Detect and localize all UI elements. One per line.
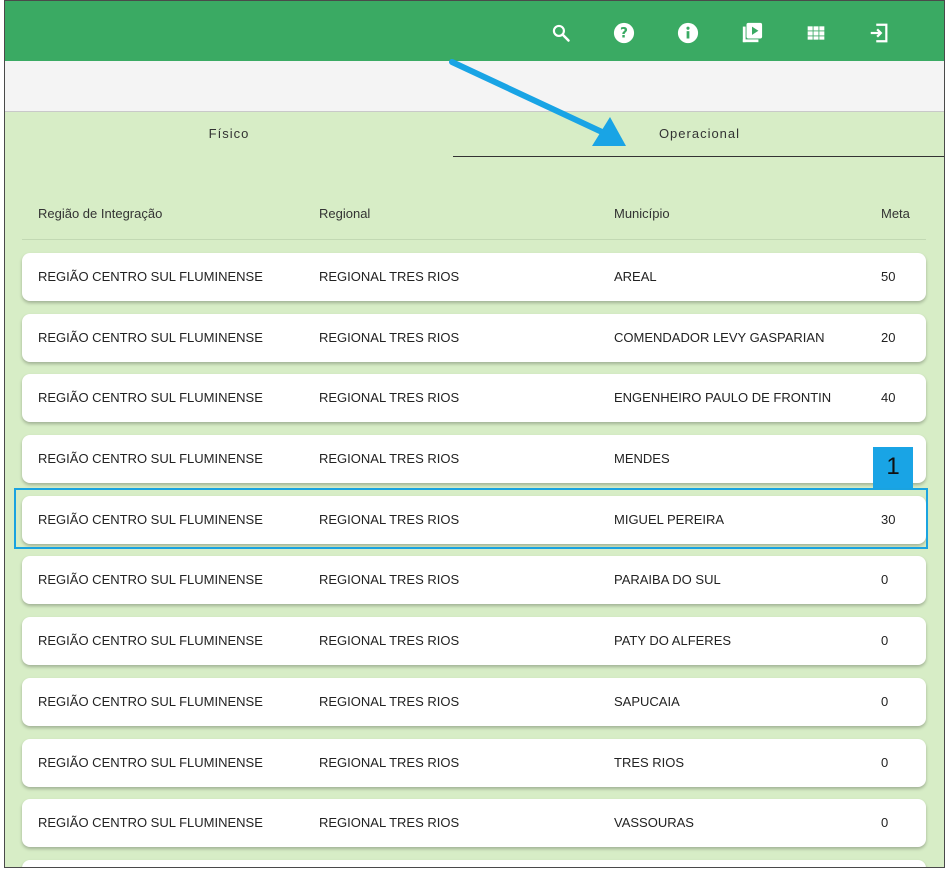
video-library-icon[interactable] <box>740 21 764 45</box>
search-icon[interactable] <box>549 21 573 45</box>
table-row[interactable]: REGIÃO CENTRO SUL FLUMINENSE REGIONAL TR… <box>22 253 926 301</box>
cell-municipio: AREAL <box>614 269 657 284</box>
tab-bar: Físico Operacional <box>5 112 944 158</box>
cell-regiao: REGIÃO CENTRO SUL FLUMINENSE <box>38 512 263 527</box>
sub-header-bar <box>5 61 944 112</box>
table-row[interactable]: REGIÃO CENTRO SUL FLUMINENSE REGIONAL TR… <box>22 435 926 483</box>
cell-regiao: REGIÃO CENTRO SUL FLUMINENSE <box>38 390 263 405</box>
cell-municipio: VASSOURAS <box>614 815 694 830</box>
cell-meta: 20 <box>881 330 896 345</box>
cell-municipio: PATY DO ALFERES <box>614 633 732 648</box>
cell-regional: REGIONAL TRES RIOS <box>319 815 460 830</box>
cell-regional: REGIONAL TRES RIOS <box>319 572 460 587</box>
table-row[interactable]: REGIÃO CENTRO SUL FLUMINENSE REGIONAL TR… <box>22 314 926 362</box>
column-header-regional[interactable]: Regional <box>319 206 370 221</box>
cell-regiao: REGIÃO CENTRO SUL FLUMINENSE <box>38 755 263 770</box>
table-row[interactable]: REGIÃO CENTRO SUL FLUMINENSE REGIONAL TR… <box>22 739 926 787</box>
cell-regiao: REGIÃO CENTRO SUL FLUMINENSE <box>38 451 263 466</box>
table-row[interactable]: REGIÃO CENTRO SUL FLUMINENSE REGIONAL TR… <box>22 678 926 726</box>
cell-regiao: REGIÃO CENTRO SUL FLUMINENSE <box>38 694 263 709</box>
cell-meta: 30 <box>881 512 896 527</box>
cell-regional: REGIONAL TRES RIOS <box>319 755 460 770</box>
column-header-regiao[interactable]: Região de Integração <box>38 206 162 221</box>
cell-municipio: ENGENHEIRO PAULO DE FRONTIN <box>614 390 832 405</box>
cell-regional: REGIONAL TRES RIOS <box>319 512 460 527</box>
info-icon[interactable] <box>676 21 700 45</box>
svg-text:?: ? <box>620 26 628 42</box>
tab-operacional[interactable]: Operacional <box>453 112 944 157</box>
cell-regiao: REGIÃO CENTRO SUL FLUMINENSE <box>38 633 263 648</box>
cell-municipio: COMENDADOR LEVY GASPARIAN <box>614 330 825 345</box>
tab-fisico[interactable]: Físico <box>5 112 453 157</box>
table-row[interactable]: REGIÃO CENTRO SUL FLUMINENSE REGIONAL TR… <box>22 556 926 604</box>
cell-municipio: MIGUEL PEREIRA <box>614 512 725 527</box>
cell-regional: REGIONAL TRES RIOS <box>319 390 460 405</box>
cell-municipio: SAPUCAIA <box>614 694 680 709</box>
cell-meta: 0 <box>881 755 889 770</box>
cell-regional: REGIONAL TRES RIOS <box>319 633 460 648</box>
annotation-badge: 1 <box>873 447 913 488</box>
cell-meta: 50 <box>881 269 896 284</box>
cell-regiao: REGIÃO CENTRO SUL FLUMINENSE <box>38 815 263 830</box>
cell-regiao: REGIÃO CENTRO SUL FLUMINENSE <box>38 330 263 345</box>
cell-regional: REGIONAL TRES RIOS <box>319 694 460 709</box>
grid-apps-icon[interactable] <box>804 21 828 45</box>
table-row-partial[interactable] <box>22 860 926 867</box>
cell-municipio: PARAIBA DO SUL <box>614 572 721 587</box>
column-header-municipio[interactable]: Município <box>614 206 670 221</box>
cell-regiao: REGIÃO CENTRO SUL FLUMINENSE <box>38 572 263 587</box>
top-toolbar: ? <box>5 1 944 61</box>
cell-meta: 0 <box>881 572 889 587</box>
cell-regional: REGIONAL TRES RIOS <box>319 330 460 345</box>
table-row[interactable]: REGIÃO CENTRO SUL FLUMINENSE REGIONAL TR… <box>22 374 926 422</box>
cell-meta: 0 <box>881 815 889 830</box>
cell-meta: 0 <box>881 694 889 709</box>
help-icon[interactable]: ? <box>612 21 636 45</box>
table-row[interactable]: REGIÃO CENTRO SUL FLUMINENSE REGIONAL TR… <box>22 617 926 665</box>
cell-regional: REGIONAL TRES RIOS <box>319 451 460 466</box>
cell-regiao: REGIÃO CENTRO SUL FLUMINENSE <box>38 269 263 284</box>
cell-municipio: TRES RIOS <box>614 755 685 770</box>
column-header-meta[interactable]: Meta <box>881 206 910 221</box>
table-row[interactable]: REGIÃO CENTRO SUL FLUMINENSE REGIONAL TR… <box>22 799 926 847</box>
cell-municipio: MENDES <box>614 451 670 466</box>
cell-meta: 0 <box>881 633 889 648</box>
logout-icon[interactable] <box>867 21 891 45</box>
table-row-selected[interactable]: REGIÃO CENTRO SUL FLUMINENSE REGIONAL TR… <box>22 496 926 544</box>
table-header: Região de Integração Regional Município … <box>22 189 926 240</box>
app-window: ? Físico Operacional Região de Integraçã… <box>4 0 945 868</box>
cell-meta: 40 <box>881 390 896 405</box>
cell-regional: REGIONAL TRES RIOS <box>319 269 460 284</box>
